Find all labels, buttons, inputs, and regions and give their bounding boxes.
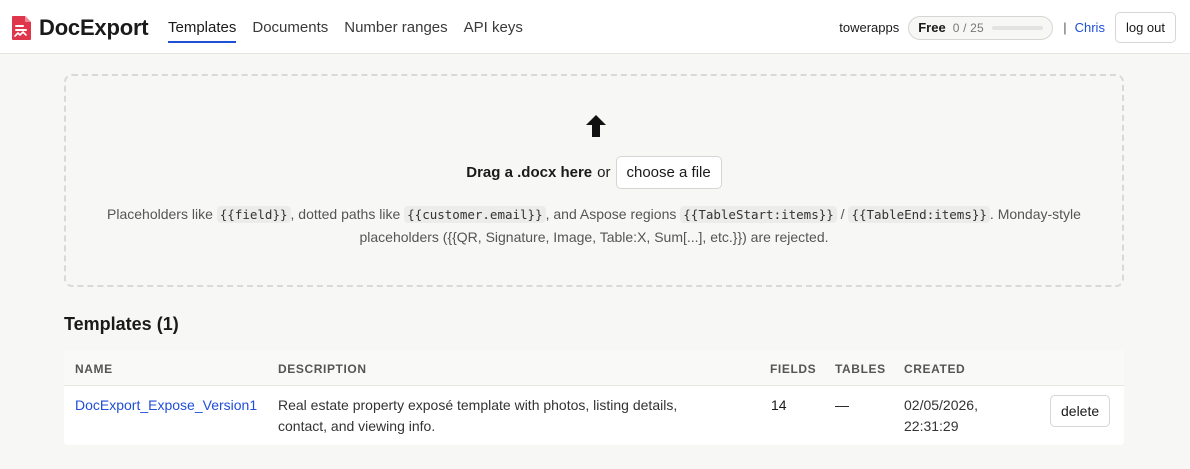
column-header-tables: TABLES xyxy=(835,362,886,376)
nav-tab-documents[interactable]: Documents xyxy=(252,0,328,54)
placeholder-hint: Placeholders like {{field}}, dotted path… xyxy=(84,203,1104,248)
template-tables-count: — xyxy=(835,397,849,413)
document-logo-icon xyxy=(12,16,31,40)
template-name-link[interactable]: DocExport_Expose_Version1 xyxy=(75,395,257,415)
column-header-created: CREATED xyxy=(904,362,966,376)
hint-text: / xyxy=(836,206,849,222)
upload-dropzone[interactable]: Drag a .docx here or choose a file Place… xyxy=(64,74,1124,287)
code-table-start-example: {{TableStart:items}} xyxy=(680,206,837,223)
tenant-name: towerapps xyxy=(839,20,900,35)
brand-name: DocExport xyxy=(39,15,149,40)
column-header-description: DESCRIPTION xyxy=(278,362,367,376)
hint-text: , dotted paths like xyxy=(290,206,405,222)
code-dotted-path-example: {{customer.email}} xyxy=(404,206,546,223)
or-text: or xyxy=(597,163,611,181)
template-created-time: 22:31:29 xyxy=(904,418,959,434)
plan-name: Free xyxy=(918,20,946,35)
plan-usage-bar xyxy=(991,25,1044,30)
separator: | xyxy=(1063,20,1067,35)
code-field-example: {{field}} xyxy=(216,206,291,223)
column-header-fields: FIELDS xyxy=(770,362,817,376)
user-link[interactable]: Chris xyxy=(1075,20,1105,35)
plan-usage-badge: Free 0 / 25 xyxy=(908,15,1054,40)
top-navigation-bar: DocExport Templates Documents Number ran… xyxy=(0,0,1190,54)
brand[interactable]: DocExport xyxy=(11,15,149,41)
templates-table: NAME DESCRIPTION FIELDS TABLES CREATED D… xyxy=(64,350,1124,445)
choose-file-button[interactable]: choose a file xyxy=(615,155,722,189)
table-header: NAME DESCRIPTION FIELDS TABLES CREATED xyxy=(64,350,1124,386)
plan-usage-count: 0 / 25 xyxy=(952,20,984,35)
hint-text: , and Aspose regions xyxy=(545,206,681,222)
templates-section-title: Templates (1) xyxy=(64,314,179,334)
code-table-end-example: {{TableEnd:items}} xyxy=(848,206,990,223)
account-cluster: towerapps Free 0 / 25 | Chris log out xyxy=(839,12,1176,43)
template-created-date: 02/05/2026, xyxy=(904,397,978,413)
drop-instructions: Drag a .docx here or choose a file xyxy=(66,155,1122,189)
template-fields-count: 14 xyxy=(771,397,787,413)
main-nav: Templates Documents Number ranges API ke… xyxy=(168,0,539,54)
logout-button[interactable]: log out xyxy=(1114,12,1176,43)
column-header-name: NAME xyxy=(75,362,113,376)
template-description-line: Real estate property exposé template wit… xyxy=(278,397,678,413)
template-description-line: contact, and viewing info. xyxy=(278,418,436,434)
delete-template-button[interactable]: delete xyxy=(1050,395,1111,427)
nav-tab-number-ranges[interactable]: Number ranges xyxy=(344,0,447,54)
drag-docx-text: Drag a .docx here xyxy=(466,163,593,181)
hint-text: Placeholders like xyxy=(107,206,217,222)
nav-tab-api-keys[interactable]: API keys xyxy=(464,0,523,54)
upload-arrow-icon xyxy=(586,115,606,137)
nav-tab-templates[interactable]: Templates xyxy=(168,0,237,54)
